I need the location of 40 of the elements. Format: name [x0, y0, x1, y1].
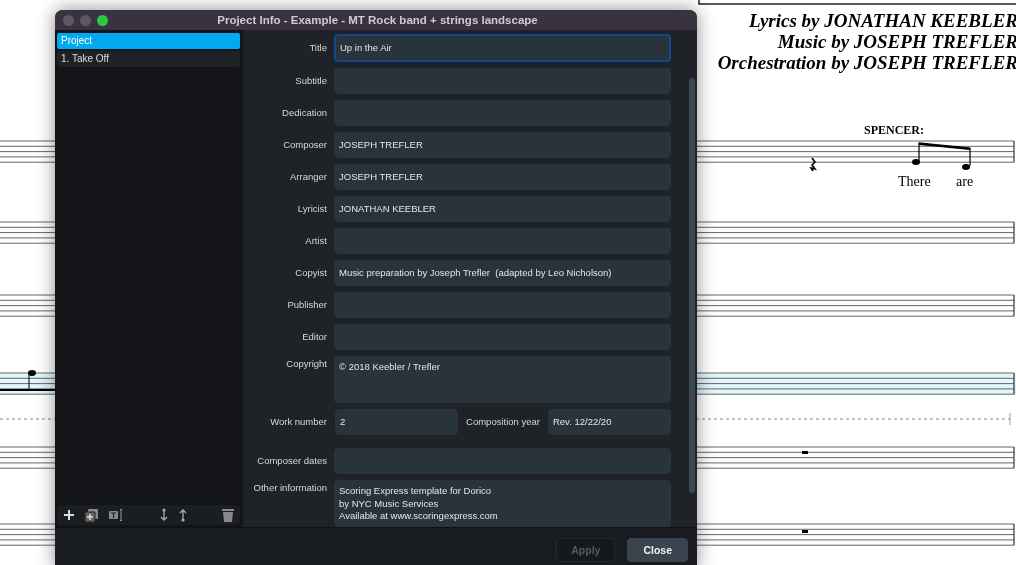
sidebar-item[interactable]: 1. Take Off: [57, 51, 240, 67]
duplicate-icon[interactable]: [84, 507, 99, 523]
field-label: Copyright: [285, 357, 327, 371]
window-title: Project Info - Example - MT Rock band + strings landscape: [216, 14, 539, 26]
field-label: Work number: [269, 415, 327, 429]
text-field[interactable]: 2: [335, 409, 459, 435]
text-area[interactable]: © 2018 Keebler / Trefler: [334, 356, 671, 403]
close-light-icon[interactable]: [63, 14, 74, 26]
field-label: Composer dates: [256, 454, 327, 468]
text-frame-icon[interactable]: [108, 508, 124, 522]
field-label: Lyricist: [296, 202, 327, 216]
text-area[interactable]: Scoring Express template for Dorico by NYC Music Services Available at www.scoringexpress.com: [334, 480, 671, 527]
lyric-word: There: [898, 174, 931, 190]
field-label: Editor: [301, 330, 327, 344]
trash-icon[interactable]: [222, 508, 234, 522]
move-down-icon[interactable]: [158, 508, 169, 522]
field-label: Arranger: [289, 170, 327, 184]
field-label: Title: [308, 41, 327, 55]
text-field[interactable]: JONATHAN KEEBLER: [334, 196, 671, 222]
text-field[interactable]: JOSEPH TREFLER: [334, 164, 671, 190]
field-label: Dedication: [281, 106, 327, 120]
field-label: Copyist: [294, 266, 327, 280]
field-label: Other information: [252, 481, 327, 495]
field-label: Composition year: [466, 415, 540, 429]
plus-icon[interactable]: [63, 509, 75, 521]
character-name: SPENCER:: [864, 123, 924, 138]
text-field[interactable]: Music preparation by Joseph Trefler (adapted by Leo Nicholson): [334, 260, 671, 286]
text-field[interactable]: Rev. 12/22/20: [547, 409, 671, 435]
move-up-icon[interactable]: [177, 508, 188, 522]
field-label: Artist: [304, 234, 327, 248]
zoom-light-icon[interactable]: [97, 14, 108, 26]
lyric-word: are: [956, 174, 974, 190]
text-field[interactable]: Up in the Air: [334, 34, 671, 62]
close-button[interactable]: Close: [627, 538, 688, 562]
field-label: Composer: [282, 138, 327, 152]
field-label: Subtitle: [294, 74, 327, 88]
scrollbar[interactable]: [689, 78, 695, 493]
text-field[interactable]: JOSEPH TREFLER: [334, 132, 671, 158]
field-label: Publisher: [286, 298, 327, 312]
minimize-light-icon[interactable]: [80, 14, 91, 26]
